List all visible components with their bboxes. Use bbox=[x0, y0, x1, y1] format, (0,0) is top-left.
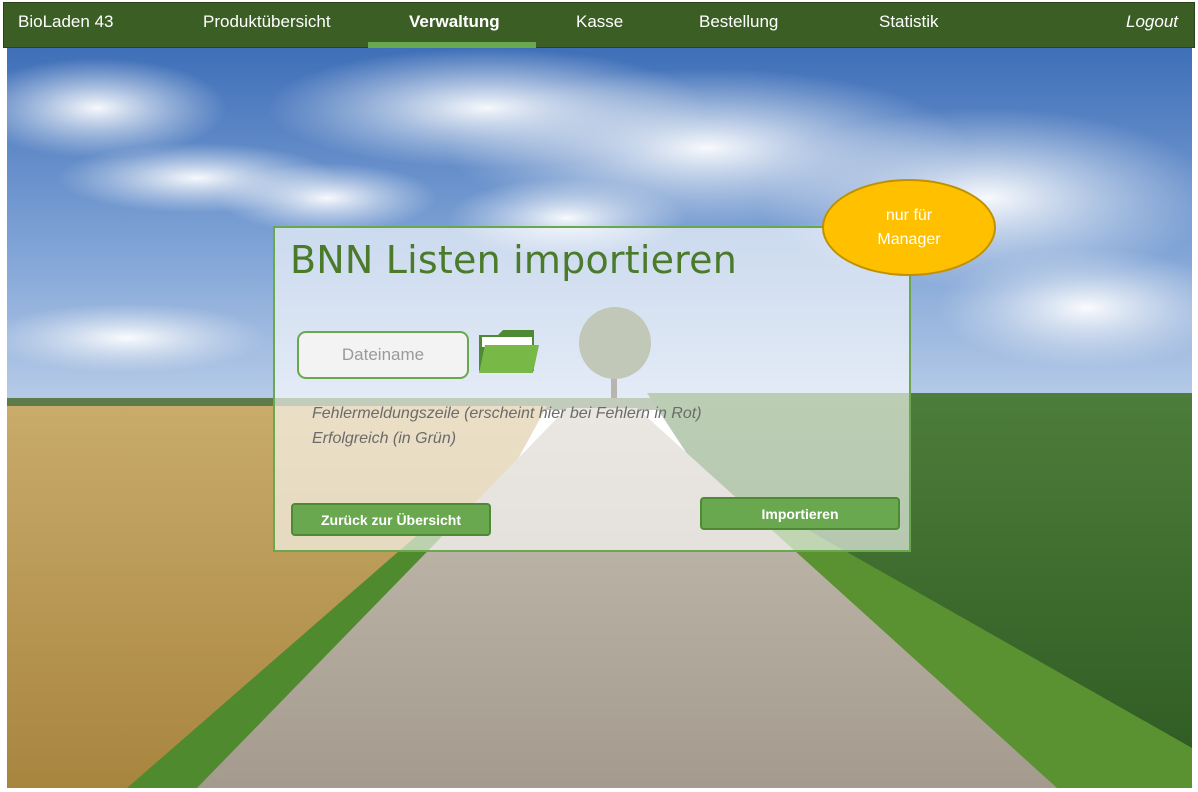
top-nav: BioLaden 43 Produktübersicht Verwaltung … bbox=[3, 2, 1195, 48]
manager-only-badge: nur für Manager bbox=[822, 179, 996, 276]
error-message-line: Fehlermeldungszeile (erscheint hier bei … bbox=[312, 405, 702, 422]
nav-item-statistik[interactable]: Statistik bbox=[879, 3, 939, 47]
panel-title: BNN Listen importieren bbox=[290, 238, 738, 282]
nav-item-produktuebersicht[interactable]: Produktübersicht bbox=[203, 3, 331, 47]
manager-only-label: nur für Manager bbox=[877, 206, 941, 248]
import-panel: BNN Listen importieren Dateiname Fehlerm… bbox=[273, 226, 911, 552]
import-button[interactable]: Importieren bbox=[700, 497, 900, 530]
back-to-overview-button[interactable]: Zurück zur Übersicht bbox=[291, 503, 491, 536]
filename-input[interactable]: Dateiname bbox=[297, 331, 469, 379]
folder-icon[interactable] bbox=[476, 327, 540, 377]
nav-item-kasse[interactable]: Kasse bbox=[576, 3, 623, 47]
success-message-line: Erfolgreich (in Grün) bbox=[312, 430, 457, 447]
nav-item-bestellung[interactable]: Bestellung bbox=[699, 3, 778, 47]
brand-label[interactable]: BioLaden 43 bbox=[18, 3, 113, 47]
nav-item-verwaltung[interactable]: Verwaltung bbox=[409, 3, 500, 47]
logout-link[interactable]: Logout bbox=[1126, 3, 1178, 47]
